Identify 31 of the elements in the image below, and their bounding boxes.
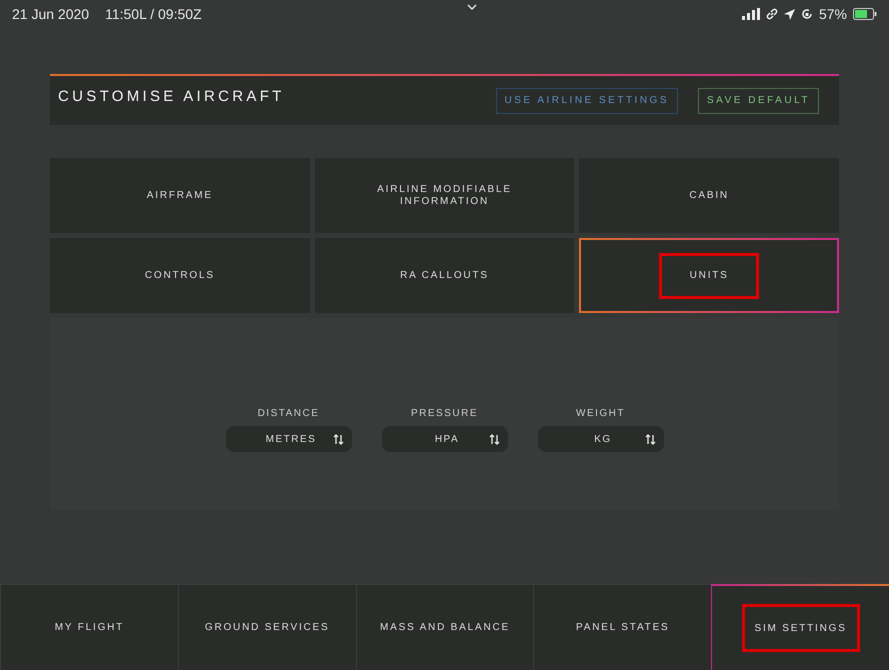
category-tile[interactable]: CONTROLS: [50, 238, 310, 313]
unit-label: PRESSURE: [410, 407, 478, 421]
category-tile[interactable]: AIRLINE MODIFIABLE INFORMATION: [314, 158, 574, 233]
page-title: CUSTOMISE AIRCRAFT: [58, 87, 285, 107]
status-time: 11:50L / 09:50Z: [105, 4, 202, 24]
battery-percent: 57%: [818, 4, 847, 24]
signal-icon: [742, 8, 760, 20]
category-tile[interactable]: RA CALLOUTS: [314, 238, 574, 313]
battery-icon: [853, 8, 877, 20]
unit-dropdown[interactable]: METRES: [226, 426, 352, 452]
nav-tab[interactable]: MASS AND BALANCE: [356, 584, 534, 670]
unit-dropdown[interactable]: KG: [538, 426, 664, 452]
sort-arrows-icon: [488, 434, 500, 444]
category-tile[interactable]: CABIN: [579, 158, 839, 233]
airline-settings-button[interactable]: USE AIRLINE SETTINGS: [496, 88, 678, 114]
nav-tab[interactable]: MY FLIGHT: [0, 584, 178, 670]
chevron-down-icon: [466, 4, 477, 10]
link-icon: [766, 8, 778, 20]
category-tile[interactable]: AIRFRAME: [50, 158, 310, 233]
unit-label: DISTANCE: [258, 407, 320, 421]
save-default-button[interactable]: SAVE DEFAULT: [698, 88, 819, 114]
location-arrow-icon: [784, 8, 795, 20]
sort-arrows-icon: [332, 434, 344, 444]
category-tile[interactable]: UNITS: [579, 238, 839, 313]
status-date: 21 Jun 2020: [12, 4, 90, 24]
sort-arrows-icon: [644, 434, 656, 444]
rotation-lock-icon: [800, 8, 813, 20]
nav-tab[interactable]: SIM SETTINGS: [711, 584, 889, 670]
unit-dropdown[interactable]: HPA: [382, 426, 508, 452]
nav-tab[interactable]: GROUND SERVICES: [178, 584, 356, 670]
unit-label: WEIGHT: [576, 407, 625, 421]
